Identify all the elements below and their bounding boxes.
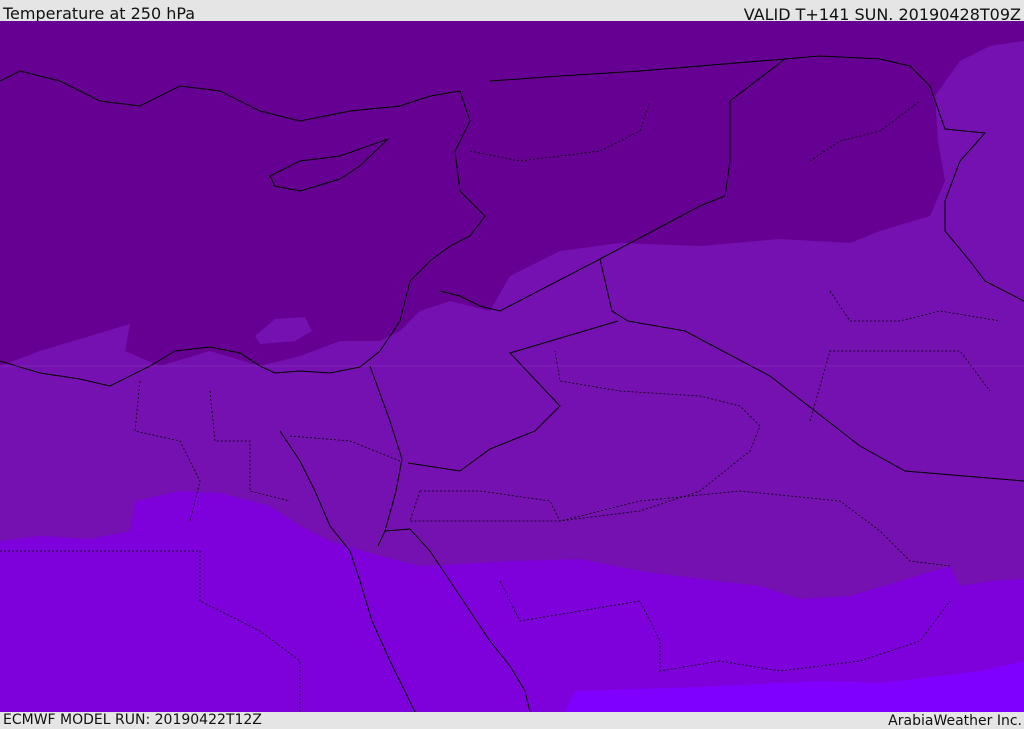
model-run: ECMWF MODEL RUN: 20190422T12Z bbox=[3, 712, 262, 728]
temperature-map bbox=[0, 21, 1024, 712]
header-bar: Temperature at 250 hPa VALID T+141 SUN. … bbox=[0, 0, 1024, 24]
footer-bar: ECMWF MODEL RUN: 20190422T12Z ArabiaWeat… bbox=[0, 712, 1024, 729]
credit: ArabiaWeather Inc. bbox=[888, 713, 1022, 729]
